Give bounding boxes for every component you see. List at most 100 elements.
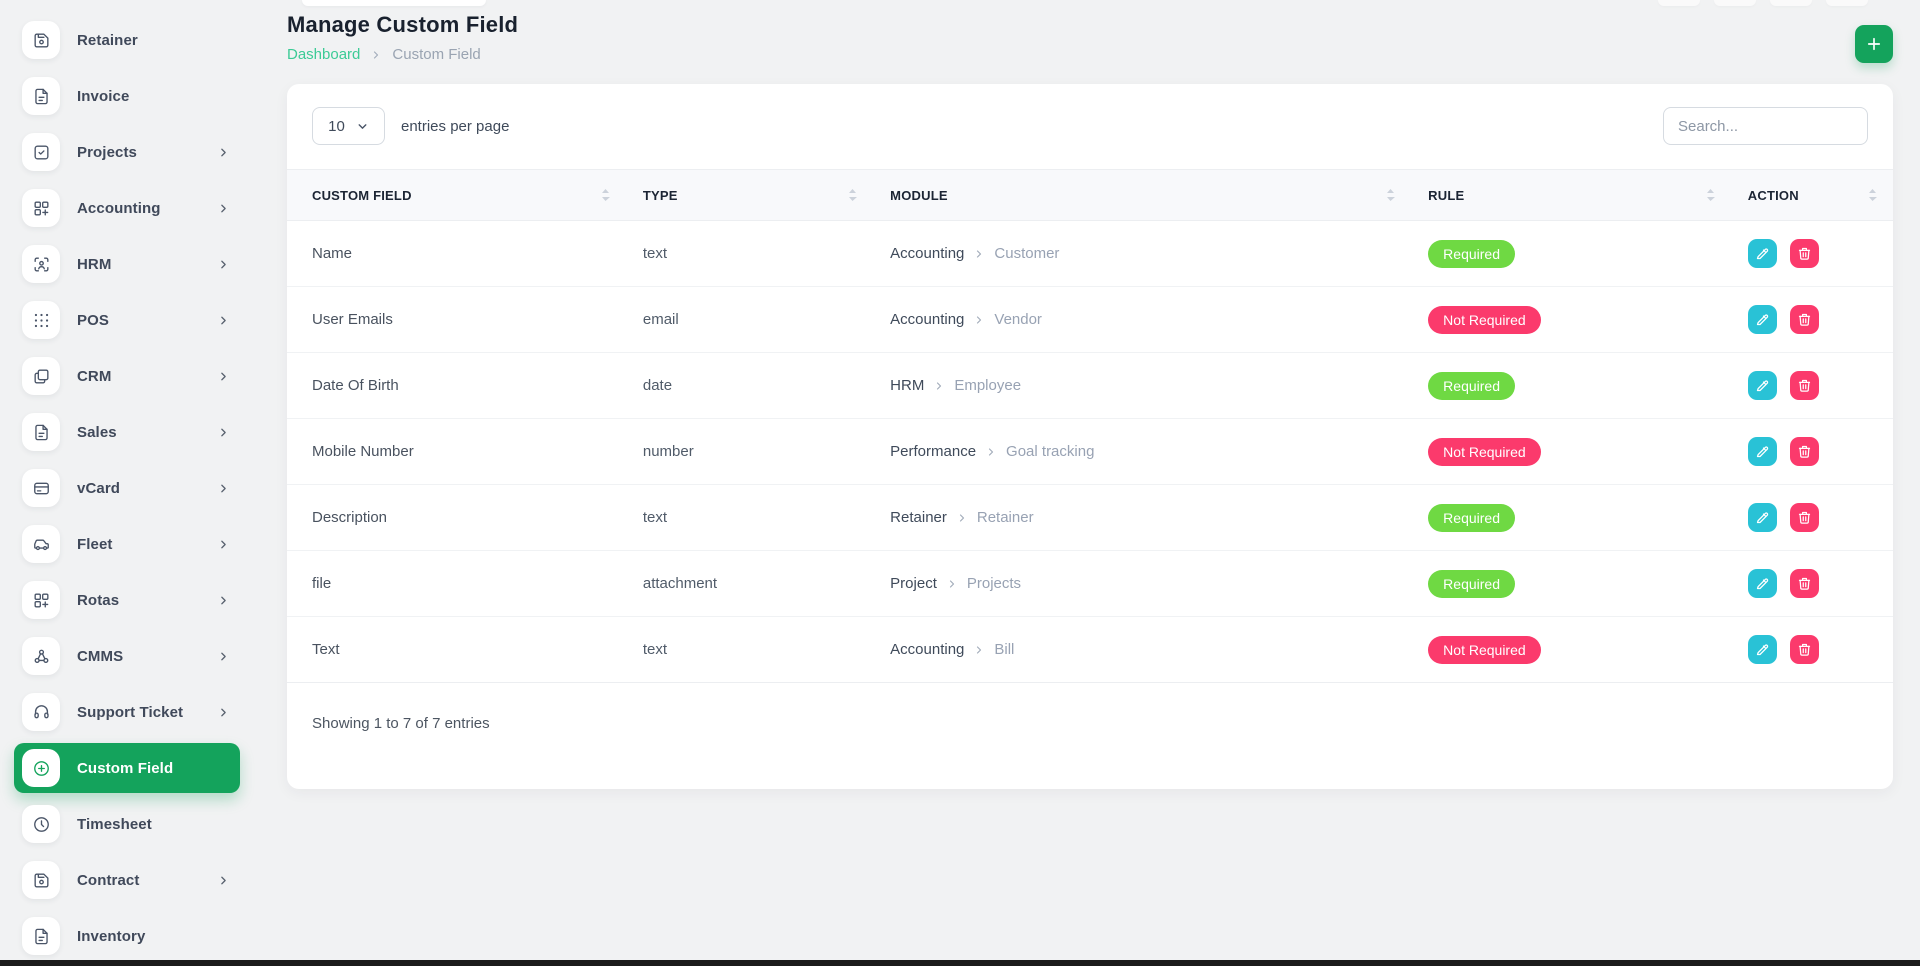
sidebar-item-contract[interactable]: Contract [0, 852, 260, 908]
edit-button[interactable] [1748, 503, 1777, 532]
edit-button[interactable] [1748, 569, 1777, 598]
delete-button[interactable] [1790, 371, 1819, 400]
edit-button[interactable] [1748, 635, 1777, 664]
column-header-action[interactable]: ACTION [1731, 170, 1893, 221]
sidebar-item-accounting[interactable]: Accounting [0, 180, 260, 236]
pencil-icon [1755, 576, 1770, 591]
cell-custom-field: file [287, 551, 626, 617]
delete-button[interactable] [1790, 569, 1819, 598]
sidebar-item-timesheet[interactable]: Timesheet [0, 796, 260, 852]
module-name: Performance [890, 443, 976, 460]
rule-badge: Required [1428, 570, 1515, 598]
chevron-right-icon [217, 370, 230, 383]
sidebar-item-hrm[interactable]: HRM [0, 236, 260, 292]
sidebar-item-crm[interactable]: CRM [0, 348, 260, 404]
add-custom-field-button[interactable] [1855, 25, 1893, 63]
rule-badge: Not Required [1428, 438, 1541, 466]
trash-icon [1797, 246, 1812, 261]
sort-icon [1706, 188, 1715, 202]
sidebar-item-invoice[interactable]: Invoice [0, 68, 260, 124]
module-name: Project [890, 575, 937, 592]
table-row: User EmailsemailAccountingVendorNot Requ… [287, 287, 1893, 353]
chevron-right-icon [217, 426, 230, 439]
cell-action [1731, 617, 1893, 683]
cell-rule: Required [1411, 551, 1731, 617]
column-header-type[interactable]: TYPE [626, 170, 873, 221]
column-header-rule[interactable]: RULE [1411, 170, 1731, 221]
module-name: Accounting [890, 641, 964, 658]
cell-rule: Required [1411, 353, 1731, 419]
cell-module: RetainerRetainer [873, 485, 1411, 551]
sidebar-item-fleet[interactable]: Fleet [0, 516, 260, 572]
table-controls: 10 entries per page [287, 84, 1893, 145]
module-name: HRM [890, 377, 924, 394]
sidebar-item-label: Invoice [77, 88, 230, 105]
module-name: Accounting [890, 245, 964, 262]
column-header-custom-field[interactable]: CUSTOM FIELD [287, 170, 626, 221]
sidebar-item-pos[interactable]: POS [0, 292, 260, 348]
cell-rule: Not Required [1411, 617, 1731, 683]
cell-action [1731, 287, 1893, 353]
sort-icon [601, 188, 610, 202]
cell-custom-field: Mobile Number [287, 419, 626, 485]
chevron-right-icon [946, 578, 958, 590]
sidebar-item-label: Projects [77, 144, 217, 161]
sort-icon [1386, 188, 1395, 202]
pencil-icon [1755, 378, 1770, 393]
table-wrap: CUSTOM FIELD TYPE MODULE RULE ACTION Nam… [287, 169, 1893, 683]
sidebar-item-support-ticket[interactable]: Support Ticket [0, 684, 260, 740]
delete-button[interactable] [1790, 635, 1819, 664]
search-input[interactable] [1663, 107, 1868, 145]
cell-custom-field: User Emails [287, 287, 626, 353]
delete-button[interactable] [1790, 503, 1819, 532]
sidebar-item-retainer[interactable]: Retainer [0, 12, 260, 68]
chevron-right-icon [217, 482, 230, 495]
chevron-right-icon [973, 248, 985, 260]
sidebar-item-custom-field[interactable]: Custom Field [14, 743, 240, 793]
sidebar-item-label: Timesheet [77, 816, 230, 833]
sidebar-item-rotas[interactable]: Rotas [0, 572, 260, 628]
chevron-right-icon [217, 202, 230, 215]
file-icon [22, 917, 60, 955]
sort-icon [848, 188, 857, 202]
cell-rule: Required [1411, 485, 1731, 551]
sidebar-item-projects[interactable]: Projects [0, 124, 260, 180]
pencil-icon [1755, 312, 1770, 327]
cell-type: text [626, 485, 873, 551]
edit-button[interactable] [1748, 437, 1777, 466]
headset-icon [22, 693, 60, 731]
cell-type: text [626, 617, 873, 683]
delete-button[interactable] [1790, 239, 1819, 268]
cell-rule: Not Required [1411, 287, 1731, 353]
cell-action [1731, 353, 1893, 419]
table-row: Date Of BirthdateHRMEmployeeRequired [287, 353, 1893, 419]
edit-button[interactable] [1748, 239, 1777, 268]
sidebar-item-sales[interactable]: Sales [0, 404, 260, 460]
sort-icon [1868, 188, 1877, 202]
delete-button[interactable] [1790, 437, 1819, 466]
cell-module: AccountingVendor [873, 287, 1411, 353]
sidebar-item-inventory[interactable]: Inventory [0, 908, 260, 964]
sidebar-item-vcard[interactable]: vCard [0, 460, 260, 516]
chevron-right-icon [217, 258, 230, 271]
chevron-right-icon [217, 594, 230, 607]
sidebar-item-cmms[interactable]: CMMS [0, 628, 260, 684]
edit-button[interactable] [1748, 371, 1777, 400]
cell-type: attachment [626, 551, 873, 617]
delete-button[interactable] [1790, 305, 1819, 334]
cell-rule: Required [1411, 221, 1731, 287]
breadcrumb-dashboard-link[interactable]: Dashboard [287, 46, 360, 63]
grid-plus-icon [22, 581, 60, 619]
chevron-down-icon [356, 120, 369, 133]
page-title: Manage Custom Field [287, 12, 1893, 38]
page-size-select[interactable]: 10 [312, 107, 385, 145]
file-icon [22, 77, 60, 115]
cell-type: date [626, 353, 873, 419]
sidebar-item-label: Contract [77, 872, 217, 889]
column-header-module[interactable]: MODULE [873, 170, 1411, 221]
plus-icon [1865, 35, 1883, 53]
custom-fields-table: CUSTOM FIELD TYPE MODULE RULE ACTION Nam… [287, 169, 1893, 683]
edit-button[interactable] [1748, 305, 1777, 334]
pencil-icon [1755, 642, 1770, 657]
sidebar-item-label: Inventory [77, 928, 230, 945]
